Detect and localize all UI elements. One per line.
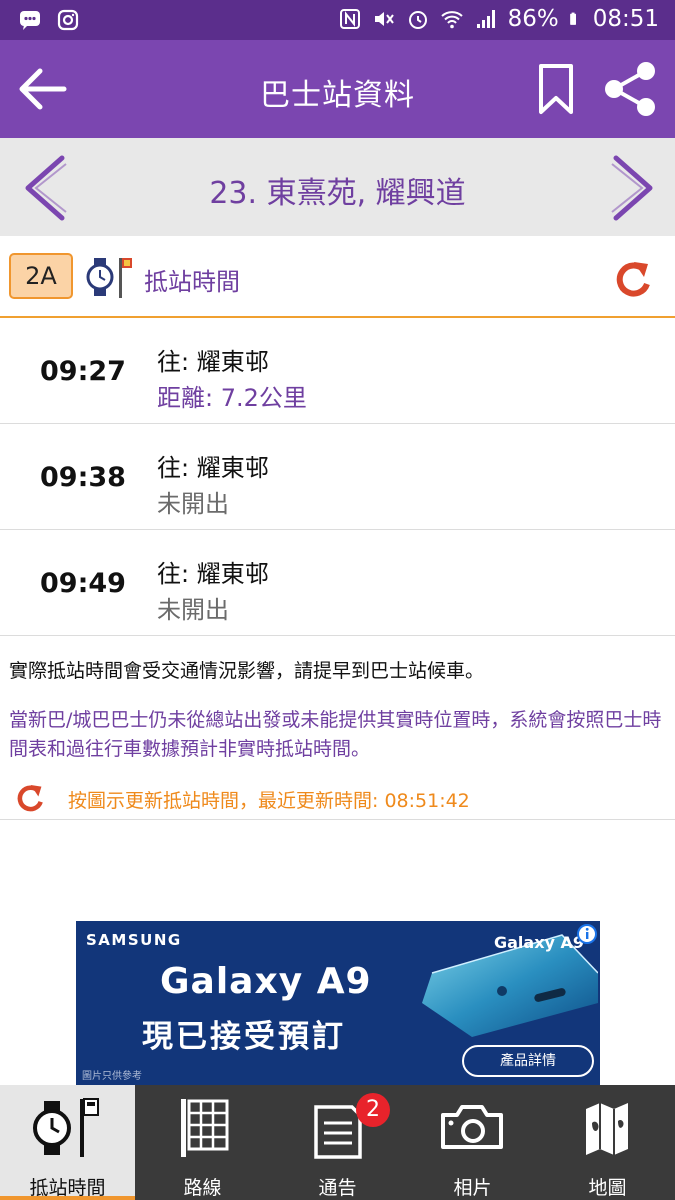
eta-list: 09:27 往: 耀東邨 距離: 7.2公里 09:38 往: 耀東邨 未開出 … — [0, 318, 675, 636]
refresh-icon[interactable] — [612, 258, 654, 300]
map-icon — [586, 1103, 628, 1155]
tab-route[interactable]: 路線 — [135, 1085, 270, 1200]
ad-info-icon[interactable] — [576, 923, 598, 945]
watch-stop-icon — [86, 258, 132, 298]
route-header: 2A 抵站時間 — [0, 236, 675, 318]
tab-label: 路線 — [183, 1177, 222, 1199]
ad-banner[interactable]: Galaxy A9 SAMSUNG Galaxy A9 現已接受預訂 圖片只供參… — [76, 921, 600, 1085]
ad-brand: SAMSUNG — [86, 931, 182, 949]
eta-time: 09:27 — [40, 356, 126, 387]
traffic-note: 實際抵站時間會受交通情況影響，請提早到巴士站候車。 — [9, 660, 485, 682]
share-icon[interactable] — [602, 60, 658, 118]
wifi-icon — [440, 11, 463, 29]
ad-phone-label: Galaxy A9 — [494, 933, 585, 952]
tab-label: 通告 — [318, 1177, 357, 1199]
app-bar: 巴士站資料 — [0, 40, 675, 138]
stop-name: 23. 東熹苑, 耀興道 — [209, 176, 466, 211]
battery-icon — [569, 12, 576, 25]
eta-destination: 往: 耀東邨 — [157, 454, 269, 482]
tab-photo[interactable]: 相片 — [405, 1085, 540, 1200]
status-bar: 86% 08:51 — [0, 0, 675, 40]
eta-destination: 往: 耀東邨 — [157, 560, 269, 588]
route-list-icon — [181, 1099, 229, 1157]
eta-time: 09:49 — [40, 568, 126, 599]
ad-tagline: 現已接受預訂 — [142, 1019, 346, 1055]
stop-navigator: 23. 東熹苑, 耀興道 — [0, 138, 675, 236]
camera-icon — [441, 1105, 503, 1149]
ad-cta-button[interactable]: 產品詳情 — [462, 1045, 594, 1077]
tab-label: 地圖 — [588, 1177, 627, 1199]
bookmark-icon[interactable] — [536, 62, 576, 116]
watch-stop-icon — [33, 1098, 99, 1157]
route-number-badge[interactable]: 2A — [9, 253, 73, 299]
message-icon — [20, 11, 40, 30]
next-stop-chevron-icon[interactable] — [608, 154, 658, 222]
tab-map[interactable]: 地圖 — [540, 1085, 675, 1200]
mute-icon — [374, 12, 394, 26]
alarm-icon — [408, 11, 427, 29]
nfc-icon — [339, 9, 360, 29]
eta-destination: 往: 耀東邨 — [157, 348, 269, 376]
schedule-note: 當新巴/城巴巴士仍未從總站出發或未能提供其實時位置時，系統會按照巴士時間表和過往… — [9, 709, 662, 760]
tab-label: 抵站時間 — [29, 1177, 106, 1199]
eta-section-title: 抵站時間 — [144, 268, 240, 296]
tab-label: 相片 — [453, 1177, 492, 1199]
battery-percent: 86% — [507, 6, 559, 32]
ad-disclaimer: 圖片只供參考 — [82, 1071, 142, 1082]
refresh-icon[interactable] — [14, 782, 46, 814]
tab-notice[interactable]: 2 通告 — [270, 1085, 405, 1200]
eta-status: 未開出 — [157, 596, 229, 624]
ad-model: Galaxy A9 — [160, 961, 372, 1002]
last-update-row[interactable]: 按圖示更新抵站時間，最近更新時間: 08:51:42 — [0, 774, 675, 820]
eta-row: 09:27 往: 耀東邨 距離: 7.2公里 — [0, 318, 675, 424]
eta-row: 09:49 往: 耀東邨 未開出 — [0, 530, 675, 636]
status-time: 08:51 — [592, 6, 659, 32]
eta-row: 09:38 往: 耀東邨 未開出 — [0, 424, 675, 530]
signal-icon — [476, 10, 495, 28]
eta-time: 09:38 — [40, 462, 126, 493]
instagram-icon — [57, 9, 79, 31]
bottom-nav: 抵站時間 路線 2 通告 相片 地圖 — [0, 1085, 675, 1200]
last-update-text: 按圖示更新抵站時間，最近更新時間: 08:51:42 — [68, 790, 470, 812]
tab-eta[interactable]: 抵站時間 — [0, 1085, 135, 1200]
notice-count-badge: 2 — [356, 1093, 390, 1127]
eta-distance: 距離: 7.2公里 — [157, 384, 307, 412]
eta-status: 未開出 — [157, 490, 229, 518]
